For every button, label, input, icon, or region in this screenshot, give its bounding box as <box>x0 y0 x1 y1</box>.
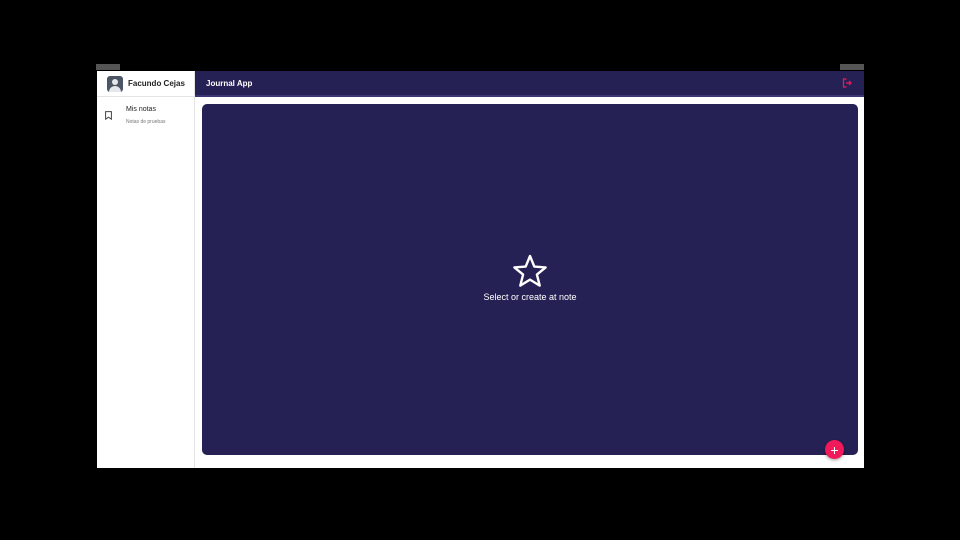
window-corner-left <box>96 64 120 70</box>
empty-note-panel: Select or create at note <box>202 104 858 455</box>
logout-icon[interactable] <box>842 78 852 88</box>
window-corner-right <box>840 64 864 70</box>
app-bar: Journal App <box>195 71 864 97</box>
star-outline-icon <box>513 254 547 287</box>
sidebar: Facundo Cejas Mis notas Notas de pruebas <box>97 71 195 468</box>
empty-state: Select or create at note <box>202 254 858 302</box>
account-box-icon <box>107 75 123 92</box>
note-subtitle: Notas de pruebas <box>126 119 166 125</box>
app-title: Journal App <box>206 78 253 88</box>
bookmark-icon <box>105 111 112 120</box>
sidebar-header: Facundo Cejas <box>97 71 194 97</box>
note-title: Mis notas <box>126 106 156 113</box>
empty-state-text: Select or create at note <box>483 292 577 302</box>
user-name: Facundo Cejas <box>128 79 185 88</box>
add-icon: + <box>830 441 839 458</box>
sidebar-note-item[interactable]: Mis notas Notas de pruebas <box>97 103 194 129</box>
add-note-button[interactable]: + <box>825 440 844 459</box>
app-window: Facundo Cejas Mis notas Notas de pruebas… <box>97 71 864 468</box>
